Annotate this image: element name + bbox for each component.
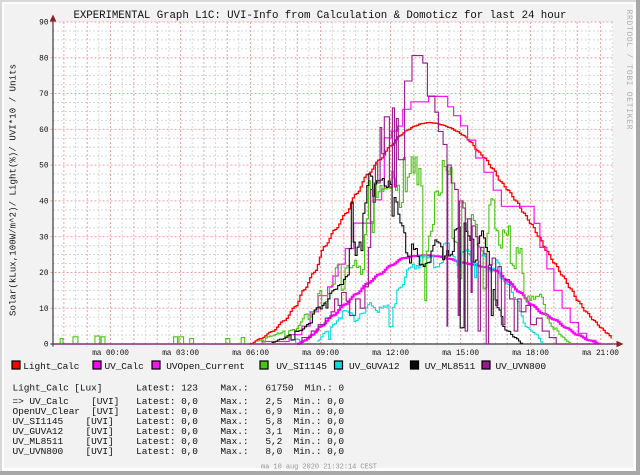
svg-text:80: 80 xyxy=(39,55,49,63)
svg-text:0: 0 xyxy=(44,342,49,350)
svg-text:Solar(kLux,100W/m^2)/ Light(%): Solar(kLux,100W/m^2)/ Light(%)/ UVI*10 /… xyxy=(9,64,19,316)
svg-text:ma 15:00: ma 15:00 xyxy=(442,350,479,358)
svg-text:UV_SI1145: UV_SI1145 xyxy=(276,361,327,372)
svg-text:UV_UVN800 [UVI] Latest:: UV_UVN800 [UVI] Latest: 0,0 Max.: 8,0 Mi… xyxy=(13,446,345,457)
svg-text:30: 30 xyxy=(39,234,49,242)
svg-text:ma 21:00: ma 21:00 xyxy=(582,350,619,358)
svg-text:ma 00:00: ma 00:00 xyxy=(92,350,129,358)
svg-text:50: 50 xyxy=(39,163,49,171)
svg-text:ma 03:00: ma 03:00 xyxy=(162,350,199,358)
svg-text:90: 90 xyxy=(39,20,49,28)
svg-text:UV_UVN800: UV_UVN800 xyxy=(496,361,547,372)
svg-text:10: 10 xyxy=(39,306,49,314)
svg-text:60: 60 xyxy=(39,127,49,135)
svg-text:ma 12:00: ma 12:00 xyxy=(372,350,409,358)
svg-text:EXPERIMENTAL Graph L1C: UVI-In: EXPERIMENTAL Graph L1C: UVI-Info from Ca… xyxy=(74,10,567,22)
svg-text:ma 18:00: ma 18:00 xyxy=(512,350,549,358)
svg-text:Light_Calc: Light_Calc xyxy=(23,361,79,372)
svg-text:ma 09:00: ma 09:00 xyxy=(302,350,339,358)
svg-text:UV_GUVA12: UV_GUVA12 xyxy=(349,361,400,372)
svg-text:UV_ML8511: UV_ML8511 xyxy=(425,361,476,372)
svg-text:UVOpen_Current: UVOpen_Current xyxy=(166,361,245,372)
svg-text:RRDTOOL / TOBI OETIKER: RRDTOOL / TOBI OETIKER xyxy=(624,10,633,130)
svg-text:ma 06:00: ma 06:00 xyxy=(232,350,269,358)
svg-text:40: 40 xyxy=(39,199,49,207)
svg-text:70: 70 xyxy=(39,91,49,99)
svg-text:20: 20 xyxy=(39,270,49,278)
svg-text:UV_Calc: UV_Calc xyxy=(105,361,145,372)
svg-text:ma 10 aug 2020 21:32:14 CEST: ma 10 aug 2020 21:32:14 CEST xyxy=(261,464,377,472)
svg-text:Light_Calc [Lux] Latest:: Light_Calc [Lux] Latest: 123 Max.: 61750… xyxy=(13,383,345,394)
